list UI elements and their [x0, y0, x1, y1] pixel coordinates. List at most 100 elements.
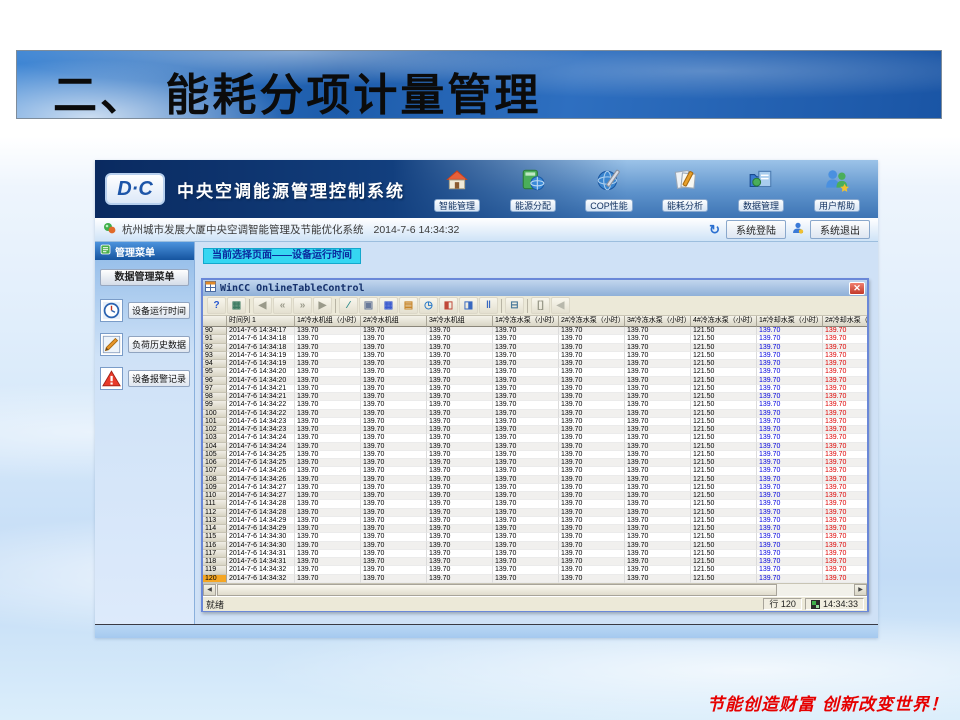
table-row[interactable]: 1062014-7-6 14:34:25139.70139.70139.7013…	[203, 459, 867, 467]
value-cell: 121.50	[691, 335, 757, 343]
table-row[interactable]: 1152014-7-6 14:34:30139.70139.70139.7013…	[203, 533, 867, 541]
refresh-icon[interactable]: ↻	[709, 222, 720, 238]
nav-item-energy-distribution[interactable]: 能源分配	[502, 167, 564, 212]
scroll-right-icon[interactable]: ▶	[854, 584, 867, 596]
export-data-icon[interactable]: ◧	[439, 297, 458, 314]
column-header[interactable]: 2#冷冻水泵（小时）	[559, 316, 625, 327]
table-row[interactable]: 1042014-7-6 14:34:24139.70139.70139.7013…	[203, 443, 867, 451]
table-row[interactable]: 1122014-7-6 14:34:28139.70139.70139.7013…	[203, 509, 867, 517]
close-icon[interactable]: ✕	[849, 282, 865, 295]
time-cell: 2014-7-6 14:34:28	[227, 509, 295, 517]
time-cell: 2014-7-6 14:34:26	[227, 467, 295, 475]
go-first-icon[interactable]: ◀	[551, 297, 570, 314]
system-login-button[interactable]: 系统登陆	[726, 220, 786, 239]
value-cell: 139.70	[823, 451, 867, 459]
nav-item-energy-analysis[interactable]: 能耗分析	[654, 167, 716, 212]
table-row[interactable]: 1162014-7-6 14:34:30139.70139.70139.7013…	[203, 542, 867, 550]
table-row[interactable]: 1142014-7-6 14:34:29139.70139.70139.7013…	[203, 525, 867, 533]
table-row[interactable]: 902014-7-6 14:34:17139.70139.70139.70139…	[203, 327, 867, 335]
table-row[interactable]: 1112014-7-6 14:34:28139.70139.70139.7013…	[203, 500, 867, 508]
table-row[interactable]: 982014-7-6 14:34:21139.70139.70139.70139…	[203, 393, 867, 401]
last-record-icon[interactable]: ▶	[313, 297, 332, 314]
scrollbar-thumb[interactable]	[217, 584, 777, 596]
wincc-toolbar: ?▦◀«»▶∕▣▦▤◷◧◨‖⊟[]◀	[203, 296, 867, 316]
first-record-icon[interactable]: ◀	[253, 297, 272, 314]
copy-icon[interactable]: ▣	[359, 297, 378, 314]
time-cell: 2014-7-6 14:34:19	[227, 352, 295, 360]
table-row[interactable]: 1082014-7-6 14:34:26139.70139.70139.7013…	[203, 476, 867, 484]
timer-icon[interactable]: ◷	[419, 297, 438, 314]
column-header[interactable]: 4#冷冻水泵（小时）	[691, 316, 757, 327]
value-cell: 139.70	[493, 484, 559, 492]
table-row[interactable]: 1192014-7-6 14:34:32139.70139.70139.7013…	[203, 566, 867, 574]
column-header[interactable]: 1#冷冻水泵（小时）	[493, 316, 559, 327]
nav-item-home[interactable]: 智能管理	[426, 167, 488, 212]
table-row[interactable]: 912014-7-6 14:34:18139.70139.70139.70139…	[203, 335, 867, 343]
value-cell: 139.70	[493, 558, 559, 566]
table-row[interactable]: 992014-7-6 14:34:22139.70139.70139.70139…	[203, 401, 867, 409]
config-icon[interactable]: ▦	[227, 297, 246, 314]
pause-icon[interactable]: ‖	[479, 297, 498, 314]
value-cell: 139.70	[493, 509, 559, 517]
table-row[interactable]: 952014-7-6 14:34:20139.70139.70139.70139…	[203, 368, 867, 376]
table-row[interactable]: 962014-7-6 14:34:20139.70139.70139.70139…	[203, 377, 867, 385]
table-row[interactable]: 1202014-7-6 14:34:32139.70139.70139.7013…	[203, 575, 867, 583]
sidebar-items: 设备运行时间负荷历史数据设备报警记录	[95, 288, 194, 401]
table-row[interactable]: 1022014-7-6 14:34:23139.70139.70139.7013…	[203, 426, 867, 434]
import-data-icon[interactable]: ◨	[459, 297, 478, 314]
column-header[interactable]: 2#冷却水泵（小时）	[823, 316, 867, 327]
column-header[interactable]: 1#冷却水泵（小时）	[757, 316, 823, 327]
value-cell: 139.70	[823, 533, 867, 541]
table-row[interactable]: 1092014-7-6 14:34:27139.70139.70139.7013…	[203, 484, 867, 492]
table-row[interactable]: 1002014-7-6 14:34:22139.70139.70139.7013…	[203, 410, 867, 418]
fast-back-icon[interactable]: «	[273, 297, 292, 314]
print-icon[interactable]: ⊟	[505, 297, 524, 314]
value-cell: 139.70	[625, 509, 691, 517]
table-row[interactable]: 932014-7-6 14:34:19139.70139.70139.70139…	[203, 352, 867, 360]
table-row[interactable]: 1012014-7-6 14:34:23139.70139.70139.7013…	[203, 418, 867, 426]
table-row[interactable]: 1072014-7-6 14:34:26139.70139.70139.7013…	[203, 467, 867, 475]
sidebar-item-pencil[interactable]: 负荷历史数据	[100, 333, 190, 356]
column-header[interactable]: 时间列 1	[227, 316, 295, 327]
value-cell: 139.70	[295, 352, 361, 360]
table-row[interactable]: 1102014-7-6 14:34:27139.70139.70139.7013…	[203, 492, 867, 500]
nav-item-cop-performance[interactable]: COP性能	[578, 167, 640, 212]
current-page-banner: 当前选择页面——设备运行时间	[203, 248, 361, 264]
value-cell: 139.70	[427, 368, 493, 376]
system-logout-button[interactable]: 系统退出	[810, 220, 870, 239]
sidebar-menu-title[interactable]: 数据管理菜单	[100, 269, 189, 286]
table-row[interactable]: 1032014-7-6 14:34:24139.70139.70139.7013…	[203, 434, 867, 442]
table-row[interactable]: 1132014-7-6 14:34:29139.70139.70139.7013…	[203, 517, 867, 525]
scroll-left-icon[interactable]: ◀	[203, 584, 216, 596]
value-cell: 139.70	[823, 459, 867, 467]
sidebar-item-clock[interactable]: 设备运行时间	[100, 299, 190, 322]
time-base-icon[interactable]: ▤	[399, 297, 418, 314]
table-row[interactable]: 922014-7-6 14:34:18139.70139.70139.70139…	[203, 344, 867, 352]
column-header[interactable]: 1#冷水机组（小时）	[295, 316, 361, 327]
value-cell: 121.50	[691, 484, 757, 492]
nav-item-data-management[interactable]: 数据管理	[730, 167, 792, 212]
table-row[interactable]: 1182014-7-6 14:34:31139.70139.70139.7013…	[203, 558, 867, 566]
value-cell: 139.70	[295, 360, 361, 368]
table-row[interactable]: 972014-7-6 14:34:21139.70139.70139.70139…	[203, 385, 867, 393]
column-header[interactable]: 3#冷冻水泵（小时）	[625, 316, 691, 327]
value-cell: 139.70	[295, 500, 361, 508]
select-columns-icon[interactable]: ▦	[379, 297, 398, 314]
value-cell: 139.70	[427, 434, 493, 442]
fast-forward-icon[interactable]: »	[293, 297, 312, 314]
horizontal-scrollbar[interactable]: ◀ ▶	[203, 583, 867, 596]
select-range-icon[interactable]: []	[531, 297, 550, 314]
column-header[interactable]: 2#冷水机组	[361, 316, 427, 327]
value-cell: 139.70	[295, 434, 361, 442]
nav-item-user-help[interactable]: 用户帮助	[806, 167, 868, 212]
help-icon[interactable]: ?	[207, 297, 226, 314]
sidebar-item-alarm-triangle[interactable]: 设备报警记录	[100, 367, 190, 390]
table-row[interactable]: 1052014-7-6 14:34:25139.70139.70139.7013…	[203, 451, 867, 459]
time-cell: 2014-7-6 14:34:30	[227, 542, 295, 550]
value-cell: 139.70	[559, 492, 625, 500]
edit-pen-icon[interactable]: ∕	[339, 297, 358, 314]
column-header[interactable]: 3#冷水机组	[427, 316, 493, 327]
table-row[interactable]: 1172014-7-6 14:34:31139.70139.70139.7013…	[203, 550, 867, 558]
table-grid-icon	[205, 279, 216, 297]
table-row[interactable]: 942014-7-6 14:34:19139.70139.70139.70139…	[203, 360, 867, 368]
